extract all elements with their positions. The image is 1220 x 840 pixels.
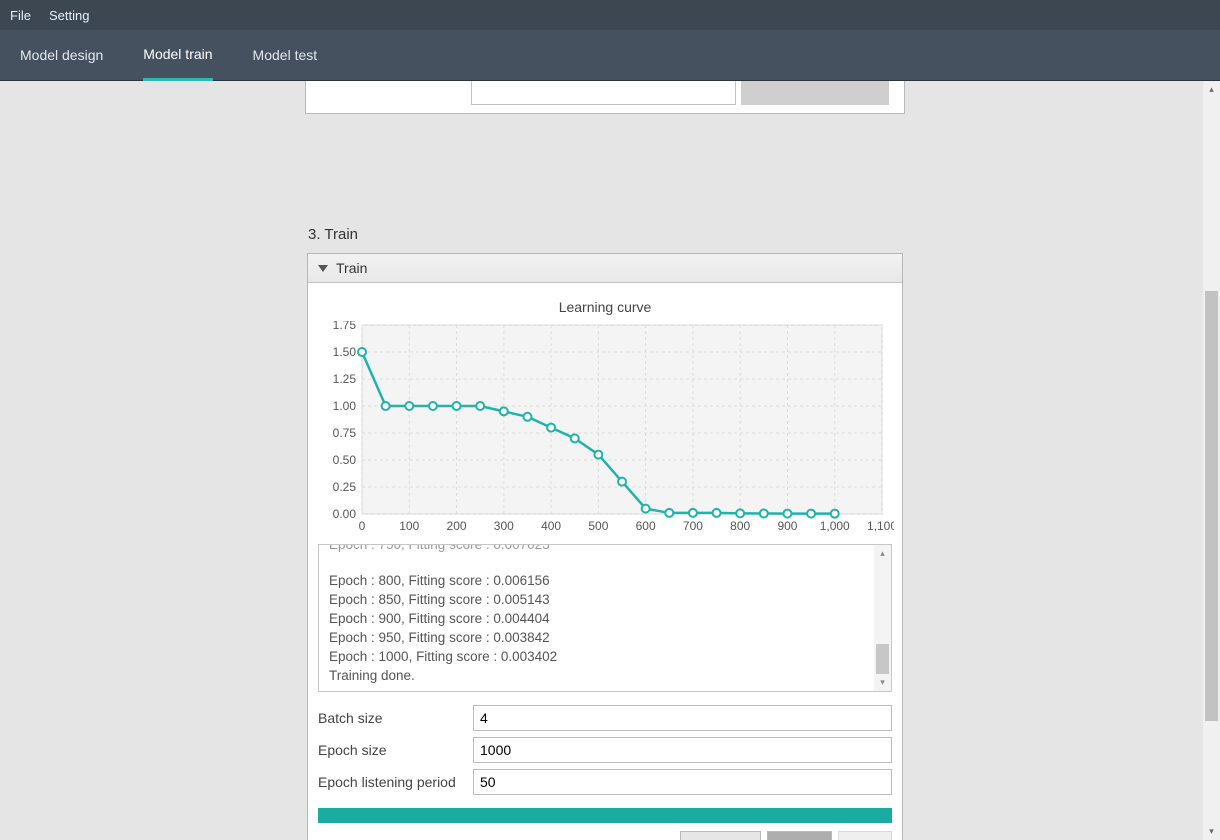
svg-text:700: 700 — [683, 519, 703, 533]
log-scroll-up-icon[interactable]: ▴ — [874, 545, 891, 562]
svg-text:800: 800 — [730, 519, 750, 533]
page-scroll-thumb[interactable] — [1205, 291, 1218, 721]
batch-size-input[interactable] — [473, 705, 892, 731]
svg-text:900: 900 — [777, 519, 797, 533]
chart-container: Learning curve 0 100 200 300 400 500 600 700 800… — [308, 283, 902, 540]
action-buttons: One time N time Stop — [308, 831, 902, 840]
epoch-size-input[interactable] — [473, 737, 892, 763]
menubar: File Setting — [0, 0, 1220, 30]
n-time-button[interactable]: N time — [767, 831, 832, 840]
training-log[interactable]: Epoch : 750, Fitting score : 0.007023 Ep… — [318, 544, 892, 692]
panel-title: Train — [336, 260, 367, 276]
log-scroll-down-icon[interactable]: ▾ — [874, 674, 891, 691]
content-area: 3. Train Train Learning curve 0 100 200 300… — [0, 81, 1220, 840]
svg-text:200: 200 — [447, 519, 467, 533]
page-scroll-down-icon[interactable]: ▾ — [1203, 823, 1220, 840]
epoch-listen-row: Epoch listening period — [308, 766, 902, 798]
svg-text:1.50: 1.50 — [333, 345, 357, 359]
svg-text:400: 400 — [541, 519, 561, 533]
menu-file[interactable]: File — [10, 8, 31, 23]
training-progress-bar — [318, 808, 892, 823]
stub-button[interactable] — [741, 81, 889, 105]
train-panel-header[interactable]: Train — [308, 254, 902, 283]
batch-size-label: Batch size — [318, 710, 473, 726]
svg-text:1,100: 1,100 — [867, 519, 894, 533]
section-label-train: 3. Train — [308, 226, 358, 243]
svg-text:1.75: 1.75 — [333, 321, 357, 332]
train-panel: Train Learning curve 0 100 200 300 400 500 600… — [307, 253, 903, 840]
svg-text:100: 100 — [399, 519, 419, 533]
svg-text:1.00: 1.00 — [333, 399, 357, 413]
svg-text:300: 300 — [494, 519, 514, 533]
stop-button[interactable]: Stop — [838, 831, 892, 840]
svg-text:0.00: 0.00 — [333, 507, 357, 521]
svg-text:1,000: 1,000 — [820, 519, 850, 533]
epoch-listen-input[interactable] — [473, 769, 892, 795]
log-line-clipped: Epoch : 750, Fitting score : 0.007023 — [329, 544, 550, 552]
svg-text:0.25: 0.25 — [333, 480, 357, 494]
previous-panel-stub — [305, 81, 905, 114]
learning-curve-chart: 0 100 200 300 400 500 600 700 800 900 1,000 1,100 0.… — [314, 321, 894, 536]
batch-size-row: Batch size — [308, 702, 902, 734]
log-text: Epoch : 800, Fitting score : 0.006156 Ep… — [329, 571, 871, 685]
page-scrollbar[interactable]: ▴ ▾ — [1203, 81, 1220, 840]
svg-text:0.50: 0.50 — [333, 453, 357, 467]
epoch-size-row: Epoch size — [308, 734, 902, 766]
svg-text:1.25: 1.25 — [333, 372, 357, 386]
log-scroll-thumb[interactable] — [876, 644, 889, 674]
one-time-button[interactable]: One time — [680, 831, 761, 840]
svg-text:500: 500 — [588, 519, 608, 533]
svg-text:0: 0 — [359, 519, 366, 533]
svg-text:600: 600 — [636, 519, 656, 533]
epoch-size-label: Epoch size — [318, 742, 473, 758]
epoch-listen-label: Epoch listening period — [318, 774, 473, 790]
svg-text:0.75: 0.75 — [333, 426, 357, 440]
log-scrollbar[interactable]: ▴ ▾ — [874, 545, 891, 691]
tabbar: Model design Model train Model test — [0, 30, 1220, 81]
collapse-icon — [318, 265, 328, 272]
menu-setting[interactable]: Setting — [49, 8, 89, 23]
tab-model-design[interactable]: Model design — [20, 30, 103, 80]
tab-model-train[interactable]: Model train — [143, 31, 212, 81]
tab-model-test[interactable]: Model test — [253, 30, 318, 80]
page-scroll-up-icon[interactable]: ▴ — [1203, 81, 1220, 98]
chart-title: Learning curve — [314, 299, 896, 315]
stub-input[interactable] — [471, 81, 736, 105]
